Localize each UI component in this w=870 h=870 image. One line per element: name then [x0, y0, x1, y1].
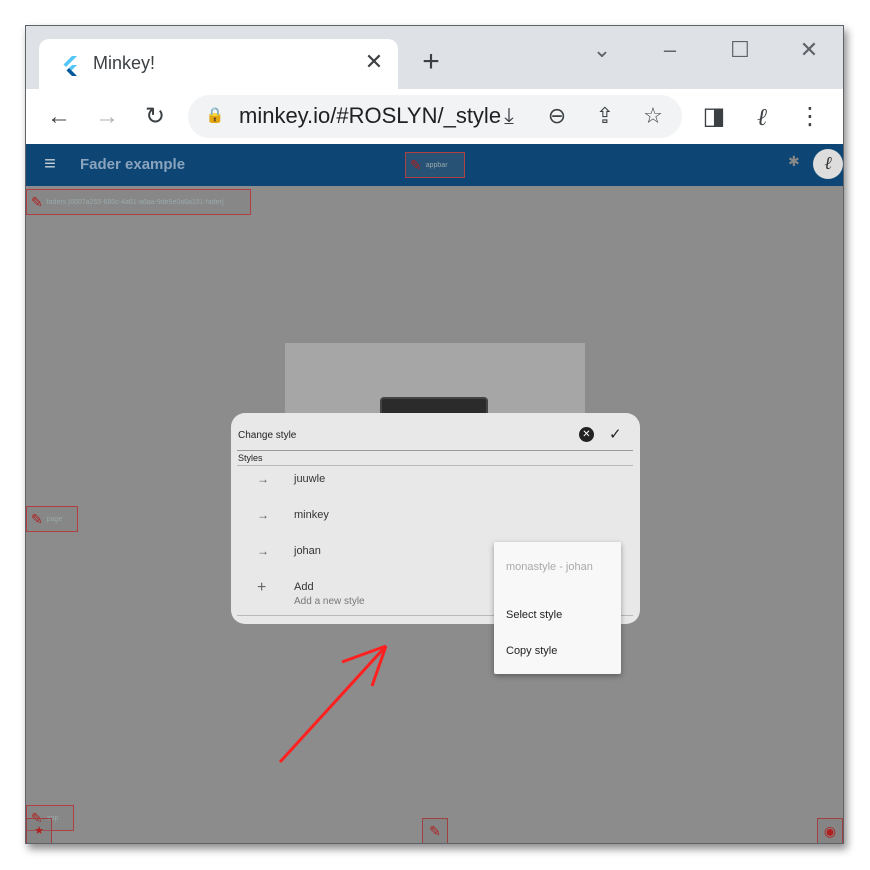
style-item-juuwle[interactable]: → juuwle — [231, 472, 640, 504]
palette-icon[interactable]: ◉ — [817, 818, 843, 843]
bug-icon[interactable]: ✱ — [788, 153, 800, 170]
arrow-forward-icon[interactable]: → — [91, 101, 123, 133]
style-context-menu: monastyle - johan Select style Copy styl… — [494, 542, 621, 674]
pencil-icon: ✎ — [410, 156, 422, 173]
minimize-button[interactable]: – — [650, 36, 690, 66]
tab-strip: Minkey! ✕ + ⌄ – ☐ ✕ — [26, 26, 843, 89]
style-item-minkey[interactable]: → minkey — [231, 508, 640, 540]
hamburger-menu-icon[interactable]: ≡ — [38, 152, 62, 176]
faders-edit-tag[interactable]: ✎ faders [6507a255-680c-4a61-a6aa-9de5e0… — [26, 189, 251, 215]
browser-toolbar: ← → ↻ 🔒 minkey.io/#ROSLYN/_style ⤓ ⊖ ⇪ ☆… — [26, 89, 843, 144]
lock-icon[interactable]: 🔒 — [200, 101, 230, 131]
browser-window: Minkey! ✕ + ⌄ – ☐ ✕ ← → ↻ 🔒 minkey.io/#R… — [25, 25, 844, 844]
star-icon[interactable]: ☆ — [638, 101, 668, 131]
kebab-menu-icon[interactable]: ⋮ — [794, 101, 826, 133]
plus-icon: + — [257, 579, 267, 596]
reload-icon[interactable]: ↻ — [139, 101, 171, 133]
star-edit-icon[interactable]: ★ — [26, 818, 52, 843]
close-window-button[interactable]: ✕ — [789, 36, 829, 66]
pencil-edit-icon[interactable]: ✎ — [422, 818, 448, 843]
styles-section-label: Styles — [238, 453, 263, 463]
side-panel-icon[interactable]: ◨ — [698, 101, 730, 133]
copy-style-menu-item[interactable]: Copy style — [506, 645, 557, 657]
appbar-tag-label: appbar — [425, 161, 448, 169]
divider — [237, 450, 633, 451]
red-annotation-arrow — [278, 644, 388, 764]
arrow-right-icon: → — [257, 508, 269, 522]
page-viewport: ≡ Fader example ✎ appbar ✱ ℓ ✎ faders [6… — [26, 144, 843, 843]
app-title: Fader example — [80, 156, 186, 173]
arrow-right-icon: → — [257, 544, 269, 558]
tab-title: Minkey! — [93, 53, 156, 73]
page-edit-tag[interactable]: ✎ page — [26, 506, 78, 532]
tab-search-icon[interactable]: ⌄ — [582, 36, 622, 66]
flutter-icon — [63, 56, 77, 76]
maximize-button[interactable]: ☐ — [720, 36, 760, 66]
arrow-right-icon: → — [257, 472, 269, 486]
app-bar: ≡ Fader example ✎ appbar ✱ ℓ — [26, 144, 843, 186]
avatar[interactable]: ℓ — [813, 149, 843, 179]
pencil-icon: ✎ — [31, 510, 43, 527]
add-style-sublabel: Add a new style — [294, 596, 365, 607]
install-icon[interactable]: ⤓ — [494, 101, 524, 131]
page-tag-label: page — [46, 515, 63, 523]
share-icon[interactable]: ⇪ — [590, 101, 620, 131]
check-icon[interactable]: ✓ — [609, 425, 622, 443]
dialog-title: Change style — [238, 430, 297, 441]
style-label: juuwle — [294, 473, 326, 485]
extension-icon[interactable]: ℓ — [746, 101, 778, 133]
zoom-out-icon[interactable]: ⊖ — [542, 101, 572, 131]
divider — [237, 465, 633, 466]
tab-close-icon[interactable]: ✕ — [361, 49, 387, 75]
appbar-edit-tag[interactable]: ✎ appbar — [405, 152, 465, 178]
url-text[interactable]: minkey.io/#ROSLYN/_style — [239, 103, 501, 129]
new-tab-button[interactable]: + — [416, 47, 446, 78]
tab-minkey[interactable]: Minkey! ✕ — [39, 39, 398, 89]
select-style-menu-item[interactable]: Select style — [506, 609, 562, 621]
address-bar[interactable]: 🔒 minkey.io/#ROSLYN/_style ⤓ ⊖ ⇪ ☆ — [188, 95, 682, 138]
style-label: minkey — [294, 509, 329, 521]
context-menu-header: monastyle - johan — [506, 561, 593, 573]
style-label: johan — [294, 545, 321, 557]
cancel-icon[interactable]: ✕ — [579, 427, 594, 442]
pencil-icon: ✎ — [31, 193, 43, 210]
faders-tag-label: faders [6507a255-680c-4a61-a6aa-9de5e0a6… — [46, 198, 224, 206]
arrow-back-icon[interactable]: ← — [43, 101, 75, 133]
add-style-label: Add — [294, 581, 314, 593]
